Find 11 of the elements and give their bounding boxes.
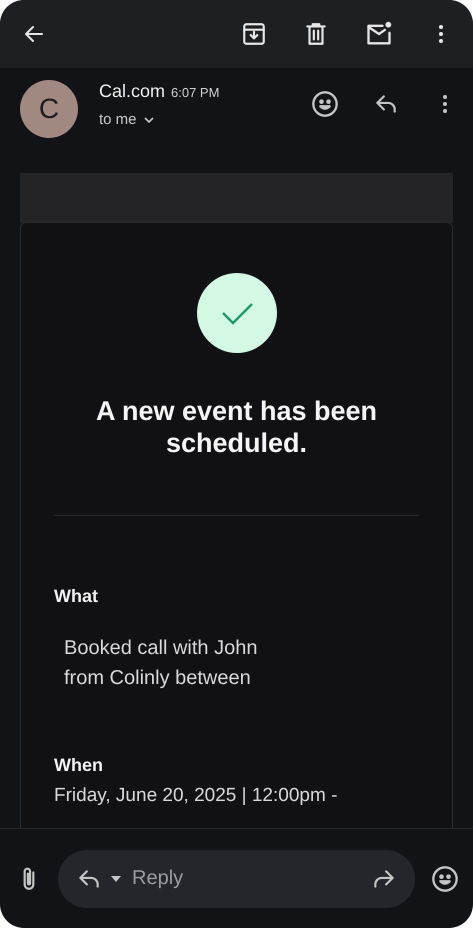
email-heading: A new event has been scheduled. bbox=[94, 395, 378, 459]
message-time: 6:07 PM bbox=[171, 85, 220, 100]
section-label: When bbox=[54, 755, 104, 776]
section-value: Friday, June 20, 2025 | 12:00pm - bbox=[54, 784, 338, 808]
sender-name: Cal.com bbox=[99, 81, 166, 101]
recipient-toggle[interactable]: to me bbox=[99, 111, 155, 128]
sender-avatar: C bbox=[20, 80, 78, 138]
reply-field[interactable]: Reply bbox=[130, 866, 363, 891]
reply-bar[interactable]: Reply bbox=[58, 850, 415, 908]
section-value: Booked call with John from Colinly between bbox=[63, 636, 258, 691]
section-label: What bbox=[54, 586, 99, 607]
